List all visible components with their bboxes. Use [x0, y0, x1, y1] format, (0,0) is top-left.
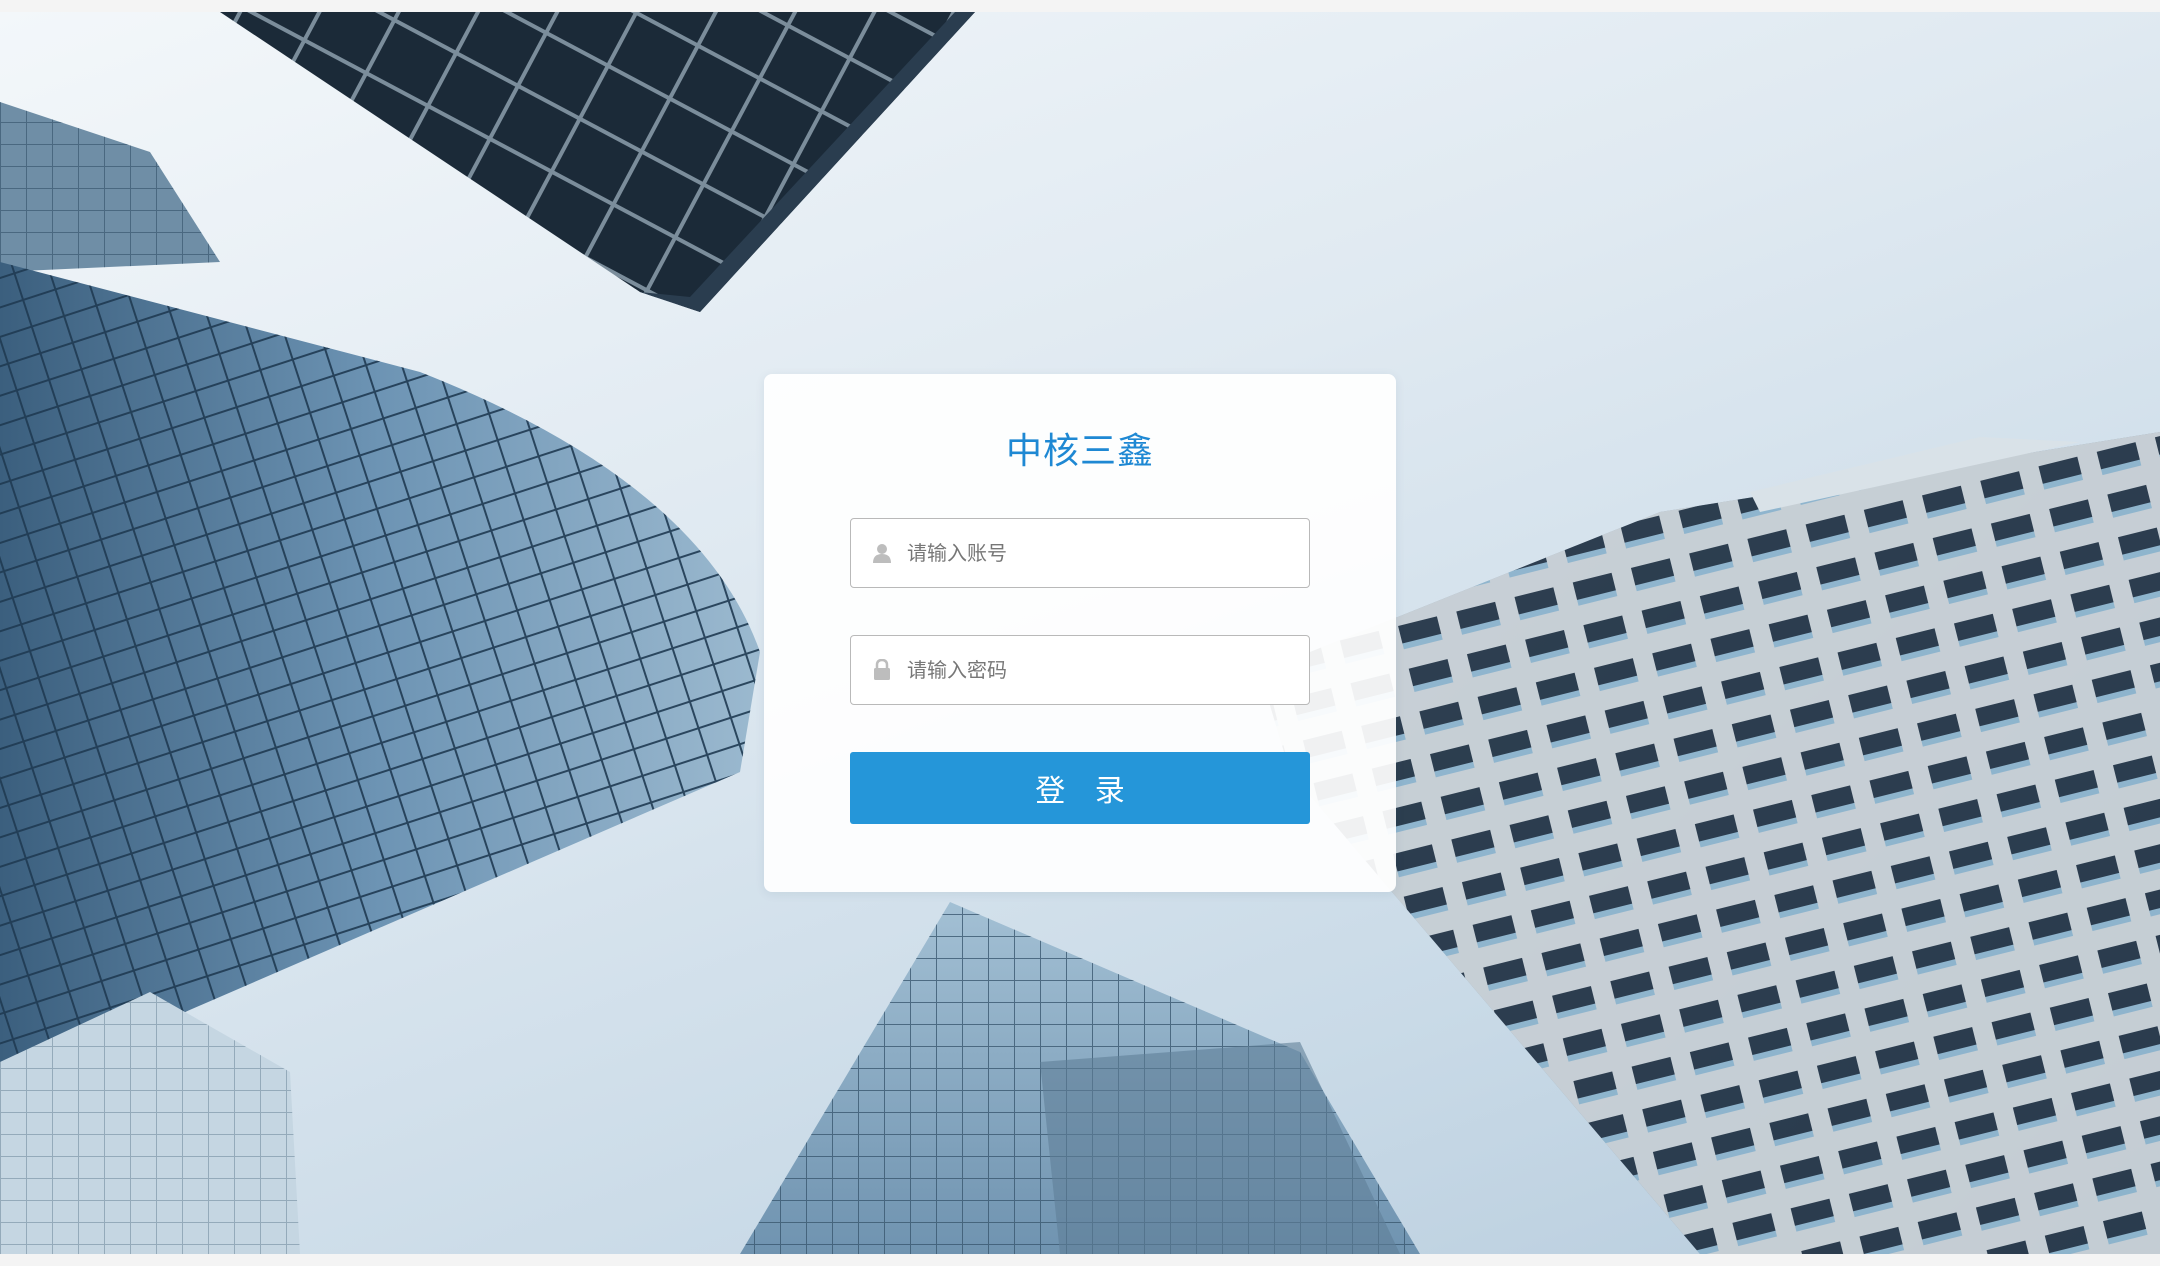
password-field[interactable] [850, 635, 1310, 705]
login-card: 中核三鑫 登 录 [764, 374, 1396, 892]
username-field[interactable] [850, 518, 1310, 588]
username-input[interactable] [905, 522, 1309, 584]
password-input[interactable] [905, 639, 1309, 701]
login-button[interactable]: 登 录 [850, 752, 1310, 824]
login-title: 中核三鑫 [1005, 431, 1154, 472]
login-page: 中核三鑫 登 录 [0, 0, 2160, 1266]
user-icon [871, 542, 893, 564]
lock-icon [871, 659, 893, 681]
